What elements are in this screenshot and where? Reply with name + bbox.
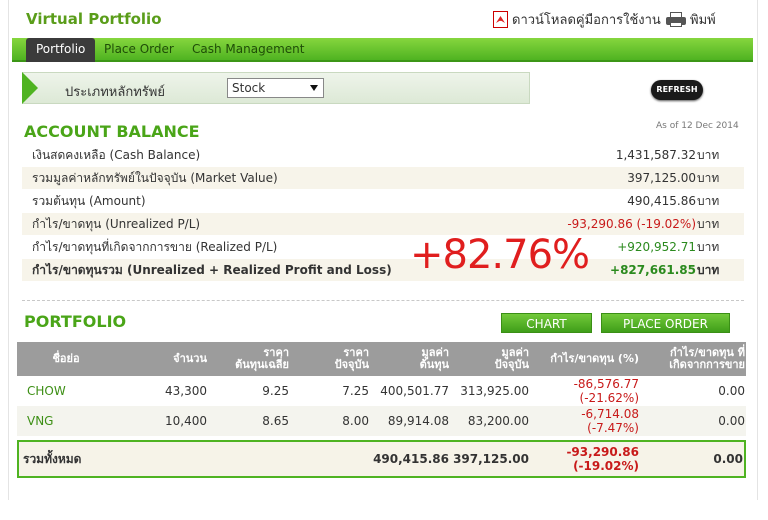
balance-label: รวมมูลค่าหลักทรัพย์ในปัจจุบัน (Market Va… bbox=[32, 171, 278, 185]
tab-place-order[interactable]: Place Order bbox=[104, 38, 174, 62]
price-cell: 7.25 bbox=[342, 384, 369, 398]
cost-cell: 400,501.77 bbox=[380, 384, 449, 398]
balance-value: 397,125.00 bbox=[627, 171, 696, 185]
download-manual-label: ดาวน์โหลดคู่มือการใช้งาน bbox=[512, 13, 661, 28]
unrealized-cell: -6,714.08 (-7.47%) bbox=[581, 407, 639, 435]
table-total-row: รวมทั้งหมด 490,415.86 397,125.00 -93,290… bbox=[17, 440, 746, 478]
app-title: Virtual Portfolio bbox=[26, 10, 162, 28]
balance-label: รวมต้นทุน (Amount) bbox=[32, 194, 146, 208]
as-of-date: As of 12 Dec 2014 bbox=[656, 121, 739, 131]
tab-cash-management[interactable]: Cash Management bbox=[192, 38, 304, 62]
balance-row-amount: รวมต้นทุน (Amount) 490,415.86 บาท bbox=[22, 190, 744, 212]
security-type-filter: ประเภทหลักทรัพย์ Stock bbox=[22, 72, 530, 104]
security-type-value: Stock bbox=[232, 81, 266, 95]
balance-value: 1,431,587.32 bbox=[615, 148, 696, 162]
place-order-button[interactable]: PLACE ORDER bbox=[601, 313, 730, 333]
portfolio-table-header: ชื่อย่อ จำนวน ราคา ต้นทุนเฉลี่ย ราคา ปัจ… bbox=[17, 342, 746, 376]
col-header-unrealized: กำไร/ขาดทุน (%) bbox=[550, 352, 639, 365]
col-header-market: มูลค่า ปัจจุบัน bbox=[494, 346, 529, 371]
tab-portfolio[interactable]: Portfolio bbox=[26, 38, 96, 62]
unrealized-cell: -86,576.77 (-21.62%) bbox=[573, 377, 639, 405]
balance-label: กำไร/ขาดทุน (Unrealized P/L) bbox=[32, 217, 201, 231]
balance-unit: บาท bbox=[697, 194, 720, 208]
total-return-percent: +82.76% bbox=[410, 232, 590, 278]
total-cost: 490,415.86 bbox=[373, 452, 449, 466]
realized-cell: 0.00 bbox=[718, 384, 745, 398]
refresh-button[interactable]: REFRESH bbox=[651, 80, 703, 100]
total-realized: 0.00 bbox=[713, 452, 743, 466]
col-header-avg-cost: ราคา ต้นทุนเฉลี่ย bbox=[235, 346, 289, 371]
col-header-realized: กำไร/ขาดทุน ที่ เกิดจากการขาย bbox=[669, 346, 745, 371]
col-header-symbol: ชื่อย่อ bbox=[52, 352, 80, 365]
total-label: รวมทั้งหมด bbox=[23, 451, 82, 466]
security-type-label: ประเภทหลักทรัพย์ bbox=[65, 85, 165, 100]
print-link[interactable]: พิมพ์ bbox=[666, 9, 716, 30]
balance-value: +920,952.71 bbox=[617, 240, 696, 254]
col-header-price: ราคา ปัจจุบัน bbox=[334, 346, 369, 371]
avg-cost-cell: 9.25 bbox=[262, 384, 289, 398]
realized-cell: 0.00 bbox=[718, 414, 745, 428]
qty-cell: 43,300 bbox=[165, 384, 207, 398]
cost-cell: 89,914.08 bbox=[387, 414, 449, 428]
chart-button[interactable]: CHART bbox=[501, 313, 592, 333]
balance-label: เงินสดคงเหลือ (Cash Balance) bbox=[32, 148, 201, 162]
qty-cell: 10,400 bbox=[165, 414, 207, 428]
table-row: VNG 10,400 8.65 8.00 89,914.08 83,200.00… bbox=[17, 406, 746, 436]
balance-unit: บาท bbox=[697, 171, 720, 185]
balance-value: 490,415.86 bbox=[627, 194, 696, 208]
pdf-icon bbox=[493, 11, 508, 28]
total-unrealized: -93,290.86 (-19.02%) bbox=[566, 445, 639, 473]
avg-cost-cell: 8.65 bbox=[262, 414, 289, 428]
balance-value: +827,661.85 bbox=[610, 263, 696, 277]
security-type-select[interactable]: Stock bbox=[227, 78, 324, 98]
balance-row-unrealized: กำไร/ขาดทุน (Unrealized P/L) -93,290.86 … bbox=[22, 213, 744, 235]
balance-unit: บาท bbox=[697, 217, 720, 231]
balance-unit: บาท bbox=[697, 148, 720, 162]
symbol-link[interactable]: VNG bbox=[27, 406, 107, 436]
symbol-link[interactable]: CHOW bbox=[27, 376, 107, 406]
total-market: 397,125.00 bbox=[453, 452, 529, 466]
balance-row-cash: เงินสดคงเหลือ (Cash Balance) 1,431,587.3… bbox=[22, 144, 744, 166]
print-label: พิมพ์ bbox=[690, 13, 716, 28]
balance-row-market-value: รวมมูลค่าหลักทรัพย์ในปัจจุบัน (Market Va… bbox=[22, 167, 744, 189]
market-cell: 83,200.00 bbox=[467, 414, 529, 428]
balance-label: กำไร/ขาดทุนรวม (Unrealized + Realized Pr… bbox=[32, 263, 392, 277]
balance-label: กำไร/ขาดทุนที่เกิดจากการขาย (Realized P/… bbox=[32, 240, 278, 254]
balance-unit: บาท bbox=[697, 263, 720, 277]
printer-icon bbox=[666, 12, 686, 27]
account-balance-title: ACCOUNT BALANCE bbox=[24, 122, 200, 141]
col-header-qty: จำนวน bbox=[173, 352, 207, 365]
download-manual-link[interactable]: ดาวน์โหลดคู่มือการใช้งาน bbox=[493, 9, 661, 30]
balance-row-total: กำไร/ขาดทุนรวม (Unrealized + Realized Pr… bbox=[22, 259, 744, 281]
chevron-down-icon bbox=[310, 85, 318, 91]
nav-bar: Portfolio Place Order Cash Management bbox=[12, 38, 753, 62]
table-row: CHOW 43,300 9.25 7.25 400,501.77 313,925… bbox=[17, 376, 746, 406]
price-cell: 8.00 bbox=[342, 414, 369, 428]
col-header-cost: มูลค่า ต้นทุน bbox=[419, 346, 449, 371]
section-divider bbox=[22, 300, 744, 301]
balance-unit: บาท bbox=[697, 240, 720, 254]
balance-row-realized: กำไร/ขาดทุนที่เกิดจากการขาย (Realized P/… bbox=[22, 236, 744, 258]
portfolio-title: PORTFOLIO bbox=[24, 312, 127, 331]
market-cell: 313,925.00 bbox=[460, 384, 529, 398]
filter-arrow-icon bbox=[22, 72, 38, 104]
